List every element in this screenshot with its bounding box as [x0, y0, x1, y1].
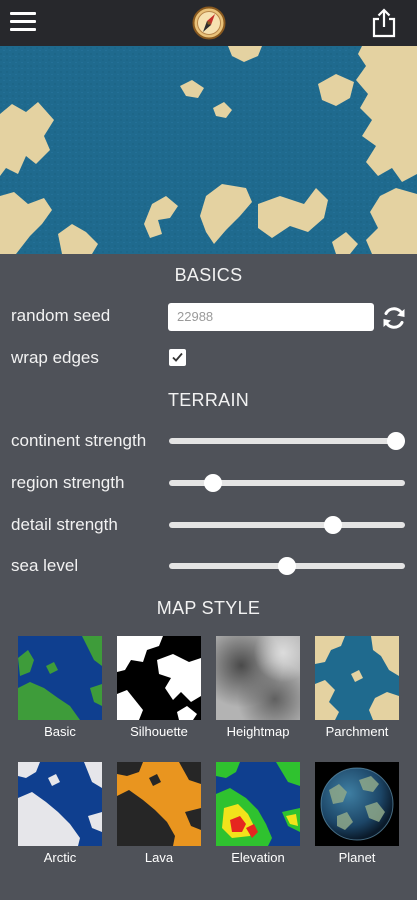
slider-thumb[interactable]: [278, 557, 296, 575]
region-strength-slider[interactable]: [169, 473, 405, 493]
random-seed-input[interactable]: 22988: [168, 303, 374, 331]
style-elevation-tile[interactable]: Elevation: [213, 762, 303, 865]
style-planet-label: Planet: [338, 850, 376, 865]
lava-thumbnail: [117, 762, 201, 846]
style-basic-tile[interactable]: Basic: [15, 636, 105, 739]
style-heightmap-tile[interactable]: Heightmap: [213, 636, 303, 739]
style-parchment-label: Parchment: [325, 724, 389, 739]
style-elevation-label: Elevation: [231, 850, 285, 865]
heightmap-thumbnail: [216, 636, 300, 720]
style-lava-tile[interactable]: Lava: [114, 762, 204, 865]
style-arctic-label: Arctic: [43, 850, 77, 865]
parchment-thumbnail: [315, 636, 399, 720]
continent-strength-label: continent strength: [11, 431, 147, 450]
style-basic-label: Basic: [44, 724, 76, 739]
style-silhouette-label: Silhouette: [130, 724, 188, 739]
wrap-edges-checkbox[interactable]: [169, 349, 186, 366]
style-parchment-tile[interactable]: Parchment: [312, 636, 402, 739]
hamburger-menu-icon[interactable]: [10, 12, 36, 32]
detail-strength-label: detail strength: [11, 515, 118, 534]
wrap-edges-label: wrap edges: [11, 348, 99, 367]
slider-thumb[interactable]: [387, 432, 405, 450]
top-bar: [0, 0, 417, 46]
slider-track: [169, 438, 405, 444]
compass-icon: [192, 6, 226, 40]
basic-thumbnail: [18, 636, 102, 720]
style-lava-label: Lava: [144, 850, 174, 865]
continent-strength-slider[interactable]: [169, 431, 405, 451]
detail-strength-slider[interactable]: [169, 515, 405, 535]
refresh-icon[interactable]: [381, 305, 407, 331]
map-style-section-title: MAP STYLE: [156, 598, 261, 618]
style-silhouette-tile[interactable]: Silhouette: [114, 636, 204, 739]
style-heightmap-label: Heightmap: [226, 724, 290, 739]
slider-thumb[interactable]: [323, 516, 342, 534]
slider-track: [169, 522, 405, 528]
basics-section-title: BASICS: [174, 265, 243, 285]
style-arctic-tile[interactable]: Arctic: [15, 762, 105, 865]
sea-level-label: sea level: [11, 556, 79, 575]
map-preview[interactable]: [0, 46, 417, 254]
region-strength-label: region strength: [11, 473, 125, 492]
random-seed-label: random seed: [11, 306, 111, 325]
silhouette-thumbnail: [117, 636, 201, 720]
arctic-thumbnail: [18, 762, 102, 846]
checkmark-icon: [172, 352, 183, 362]
elevation-thumbnail: [216, 762, 300, 846]
sea-level-slider[interactable]: [169, 556, 405, 576]
share-icon[interactable]: [371, 8, 397, 38]
terrain-section-title: TERRAIN: [167, 390, 250, 410]
style-planet-tile[interactable]: Planet: [312, 762, 402, 865]
planet-thumbnail: [315, 762, 399, 846]
slider-thumb[interactable]: [203, 474, 222, 492]
